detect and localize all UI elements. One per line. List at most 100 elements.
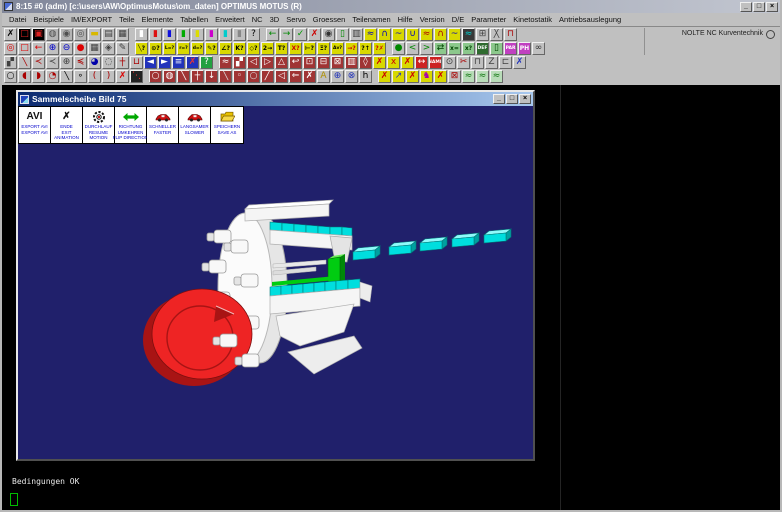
menu-nc[interactable]: NC [249,15,266,24]
cut-plan-icon[interactable]: ✗ [378,70,391,83]
jump-plan-icon[interactable]: ↗ [392,70,405,83]
notepad-icon[interactable]: ▤ [102,28,115,41]
query-cut-icon[interactable]: ?✗ [373,42,386,55]
delete-cam-2-icon[interactable]: x [387,56,400,69]
glasses-icon[interactable]: ∞ [532,42,545,55]
query-table-icon[interactable]: Ξ? [317,42,330,55]
cam-curve-3-icon[interactable]: ~ [392,28,405,41]
profile-5-icon[interactable]: ↓ [205,70,218,83]
flip-direction-button[interactable]: RICHTUNG UMKEHREN FLIP DIRECTION [115,107,147,143]
points-view-icon[interactable]: ⋱ [130,70,143,83]
anim-query-icon[interactable]: x? [462,42,475,55]
close-toolbar-icon[interactable]: ✗ [4,28,17,41]
menu-datei[interactable]: Datei [6,15,30,24]
query-dim-icon[interactable]: 2→ [261,42,274,55]
coupling-icon[interactable]: ⊙ [443,56,456,69]
view-right-icon[interactable]: ► [158,56,171,69]
cam-curve-7-icon[interactable]: ~ [448,28,461,41]
app-close-button[interactable]: × [766,2,778,12]
confirm-icon[interactable]: ✓ [294,28,307,41]
query-rhombus-icon[interactable]: ◇? [247,42,260,55]
measure-chart-icon[interactable]: ▥ [350,28,363,41]
query-radius-icon[interactable]: r=? [177,42,190,55]
def-icon[interactable]: DEF [476,42,489,55]
cancel-icon[interactable]: ✗ [308,28,321,41]
cam-curve-4-icon[interactable]: ∪ [406,28,419,41]
mech-6-icon[interactable]: ↩ [289,56,302,69]
anim-point-icon[interactable]: ● [392,42,405,55]
query-t-icon[interactable]: T? [275,42,288,55]
node-zoom-icon[interactable]: ⊕ [60,56,73,69]
animation-window[interactable]: Sammelscheibe Bild 75 _ □ × [16,90,535,461]
menu-servo[interactable]: Servo [283,15,309,24]
profile-4-icon[interactable]: ┼ [191,70,204,83]
mech-3-icon[interactable]: ◁ [247,56,260,69]
draw-point-icon[interactable]: ∘ [74,70,87,83]
faster-button[interactable]: SCHNELLER FASTER [147,107,179,143]
wait-element-icon[interactable]: Z [485,56,498,69]
view-left-icon[interactable]: ◄ [144,56,157,69]
world-view-icon[interactable]: ⊕ [331,70,344,83]
menu-tabellen[interactable]: Tabellen [177,15,211,24]
view-lines-icon[interactable]: ≡ [172,56,185,69]
node-merge-icon[interactable]: ≼ [74,56,87,69]
redraw-target-icon[interactable]: ◎ [4,42,17,55]
delete-cam-1-icon[interactable]: ✗ [373,56,386,69]
menu-hilfe[interactable]: Hilfe [395,15,416,24]
mech-7-icon[interactable]: ⊡ [303,56,316,69]
draw-circle-icon[interactable]: ○ [4,70,17,83]
help-item-icon[interactable]: ? [200,56,213,69]
query-arrow-icon[interactable]: →? [345,42,358,55]
cam-solid-3-icon[interactable]: ◎ [74,28,87,41]
anim-xy-icon[interactable]: x= [448,42,461,55]
app-titlebar[interactable]: 8:15 #0 (adm) [c:\users\AW\OptimusMotus\… [2,0,780,13]
wave-filter-2-icon[interactable]: ≈ [476,70,489,83]
clamp-icon[interactable]: ⊓ [504,28,517,41]
world-off-icon[interactable]: ⊗ [345,70,358,83]
knight-move-icon[interactable]: ♞ [420,70,433,83]
node-add-icon[interactable]: ┼ [116,56,129,69]
draw-arc-left-icon[interactable]: ◖ [18,70,31,83]
draw-curve-left-icon[interactable]: ( [88,70,101,83]
display-black-2-icon[interactable]: ▣ [32,28,45,41]
delete-cam-3-icon[interactable]: ✗ [401,56,414,69]
door-icon[interactable]: ▯ [490,42,503,55]
menu-parameter[interactable]: Parameter [468,15,509,24]
pan-view-icon[interactable]: ← [32,42,45,55]
cam-segment-icon[interactable]: ⊏ [499,56,512,69]
node-bed-icon[interactable]: ⊔ [130,56,143,69]
export-avi-button[interactable]: AVI EXPORT AVI EXPORT AVI [19,107,51,143]
cam-table-icon[interactable]: ⊞ [476,28,489,41]
zoom-window-icon[interactable]: □ [18,42,31,55]
delete-view-icon[interactable]: ✗ [186,56,199,69]
anim-cycle-icon[interactable]: ⇄ [434,42,447,55]
exit-animation-button[interactable]: ✗ ENDE EXIT ANIMATION [51,107,83,143]
rename-icon[interactable]: NAME [429,56,442,69]
display-black-1-icon[interactable]: □ [18,28,31,41]
menu-3d[interactable]: 3D [267,15,283,24]
query-delta-icon[interactable]: Δv? [331,42,344,55]
pen-white-icon[interactable]: ▮ [135,28,148,41]
preview-eye-icon[interactable]: ◉ [322,28,335,41]
query-circle-icon[interactable]: ⊙? [149,42,162,55]
query-x-icon[interactable]: X? [289,42,302,55]
query-step-icon[interactable]: ⊢? [303,42,316,55]
query-line-icon[interactable]: ╲? [135,42,148,55]
bed-table-icon[interactable]: ▦ [116,28,129,41]
node-chain-icon[interactable]: ≺ [32,56,45,69]
cam-dark-icon[interactable]: ≈ [462,28,475,41]
pen-blue-icon[interactable]: ▮ [163,28,176,41]
slower-button[interactable]: LANGSAMER SLOWER [179,107,211,143]
animation-window-titlebar[interactable]: Sammelscheibe Bild 75 _ □ × [18,92,533,106]
delete-plan-2-icon[interactable]: ✗ [434,70,447,83]
draw-arc-right-icon[interactable]: ◗ [32,70,45,83]
erase-icon[interactable]: ✗ [116,70,129,83]
menu-im-export[interactable]: IM/EXPORT [68,15,115,24]
pen-query-icon[interactable]: ? [247,28,260,41]
profile-3-icon[interactable]: ╲ [177,70,190,83]
node-circle-icon[interactable]: ◌ [102,56,115,69]
profile-12-icon[interactable]: ✗ [303,70,316,83]
window-minimize-button[interactable]: _ [493,94,505,104]
pen-magenta-icon[interactable]: ▮ [205,28,218,41]
profile-7-icon[interactable]: ◦ [233,70,246,83]
